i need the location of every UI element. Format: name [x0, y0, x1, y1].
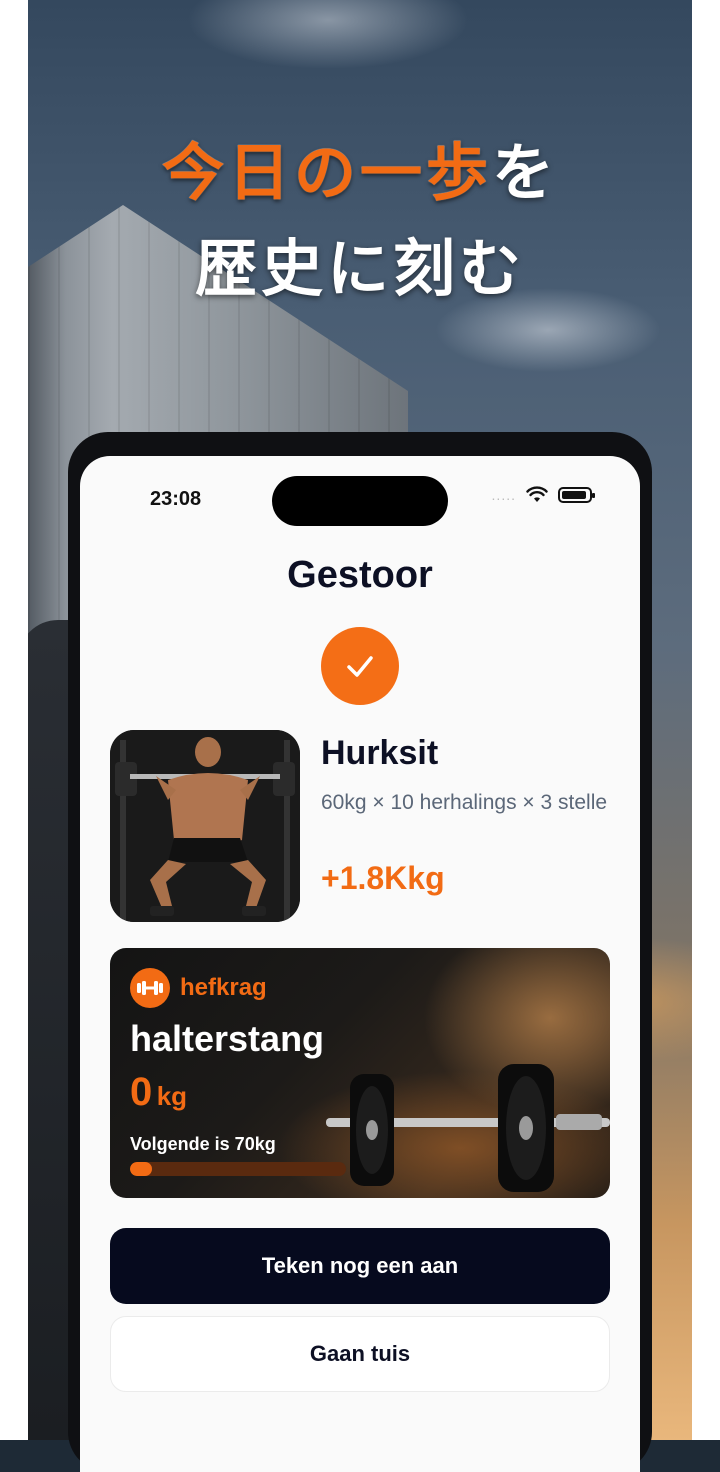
left-margin	[0, 0, 28, 1440]
exercise-gain: +1.8Kkg	[321, 860, 445, 896]
battery-icon	[558, 487, 595, 503]
promo-headline-rest: を	[492, 136, 559, 209]
record-another-button[interactable]: Teken nog een aan	[110, 1228, 610, 1304]
progress-fill	[130, 1162, 152, 1176]
promo-headline-line2: 歴史に刻む	[194, 232, 525, 305]
dynamic-island	[272, 476, 448, 526]
promo-headline-line1: 今日の一歩を	[28, 122, 692, 212]
status-time: 23:08	[150, 488, 202, 510]
card-value: 0 kg	[130, 1070, 187, 1115]
wifi-icon	[526, 486, 548, 502]
signal-icon: .....	[491, 487, 516, 503]
barbell-image	[326, 1064, 610, 1192]
dumbbell-icon	[130, 968, 170, 1008]
exercise-name: Hurksit	[321, 734, 439, 772]
card-title: halterstang	[130, 1018, 325, 1059]
page-title: Gestoor	[287, 554, 433, 596]
exercise-detail: 60kg × 10 herhalings × 3 stelle	[321, 791, 608, 814]
phone-frame: 23:08 ..... Gestoor Hurksit 60kg × 10 he…	[68, 432, 652, 1472]
promo-headline-accent: 今日の一歩	[161, 136, 492, 209]
card-header: hefkrag	[130, 968, 267, 1008]
card-next-goal: Volgende is 70kg	[130, 1134, 276, 1154]
card-value-number: 0	[130, 1070, 153, 1114]
card-label: hefkrag	[180, 974, 267, 1001]
card-value-unit: kg	[156, 1081, 188, 1111]
checkmark-icon	[321, 627, 399, 705]
phone-screen: 23:08 ..... Gestoor Hurksit 60kg × 10 he…	[80, 456, 640, 1472]
progress-bar	[130, 1162, 346, 1176]
status-icons: .....	[491, 486, 595, 504]
strength-card[interactable]: hefkrag halterstang 0 kg Volgende is 70k…	[110, 948, 610, 1198]
right-margin	[692, 0, 720, 1440]
go-home-button[interactable]: Gaan tuis	[110, 1316, 610, 1392]
squat-photo	[110, 730, 300, 922]
